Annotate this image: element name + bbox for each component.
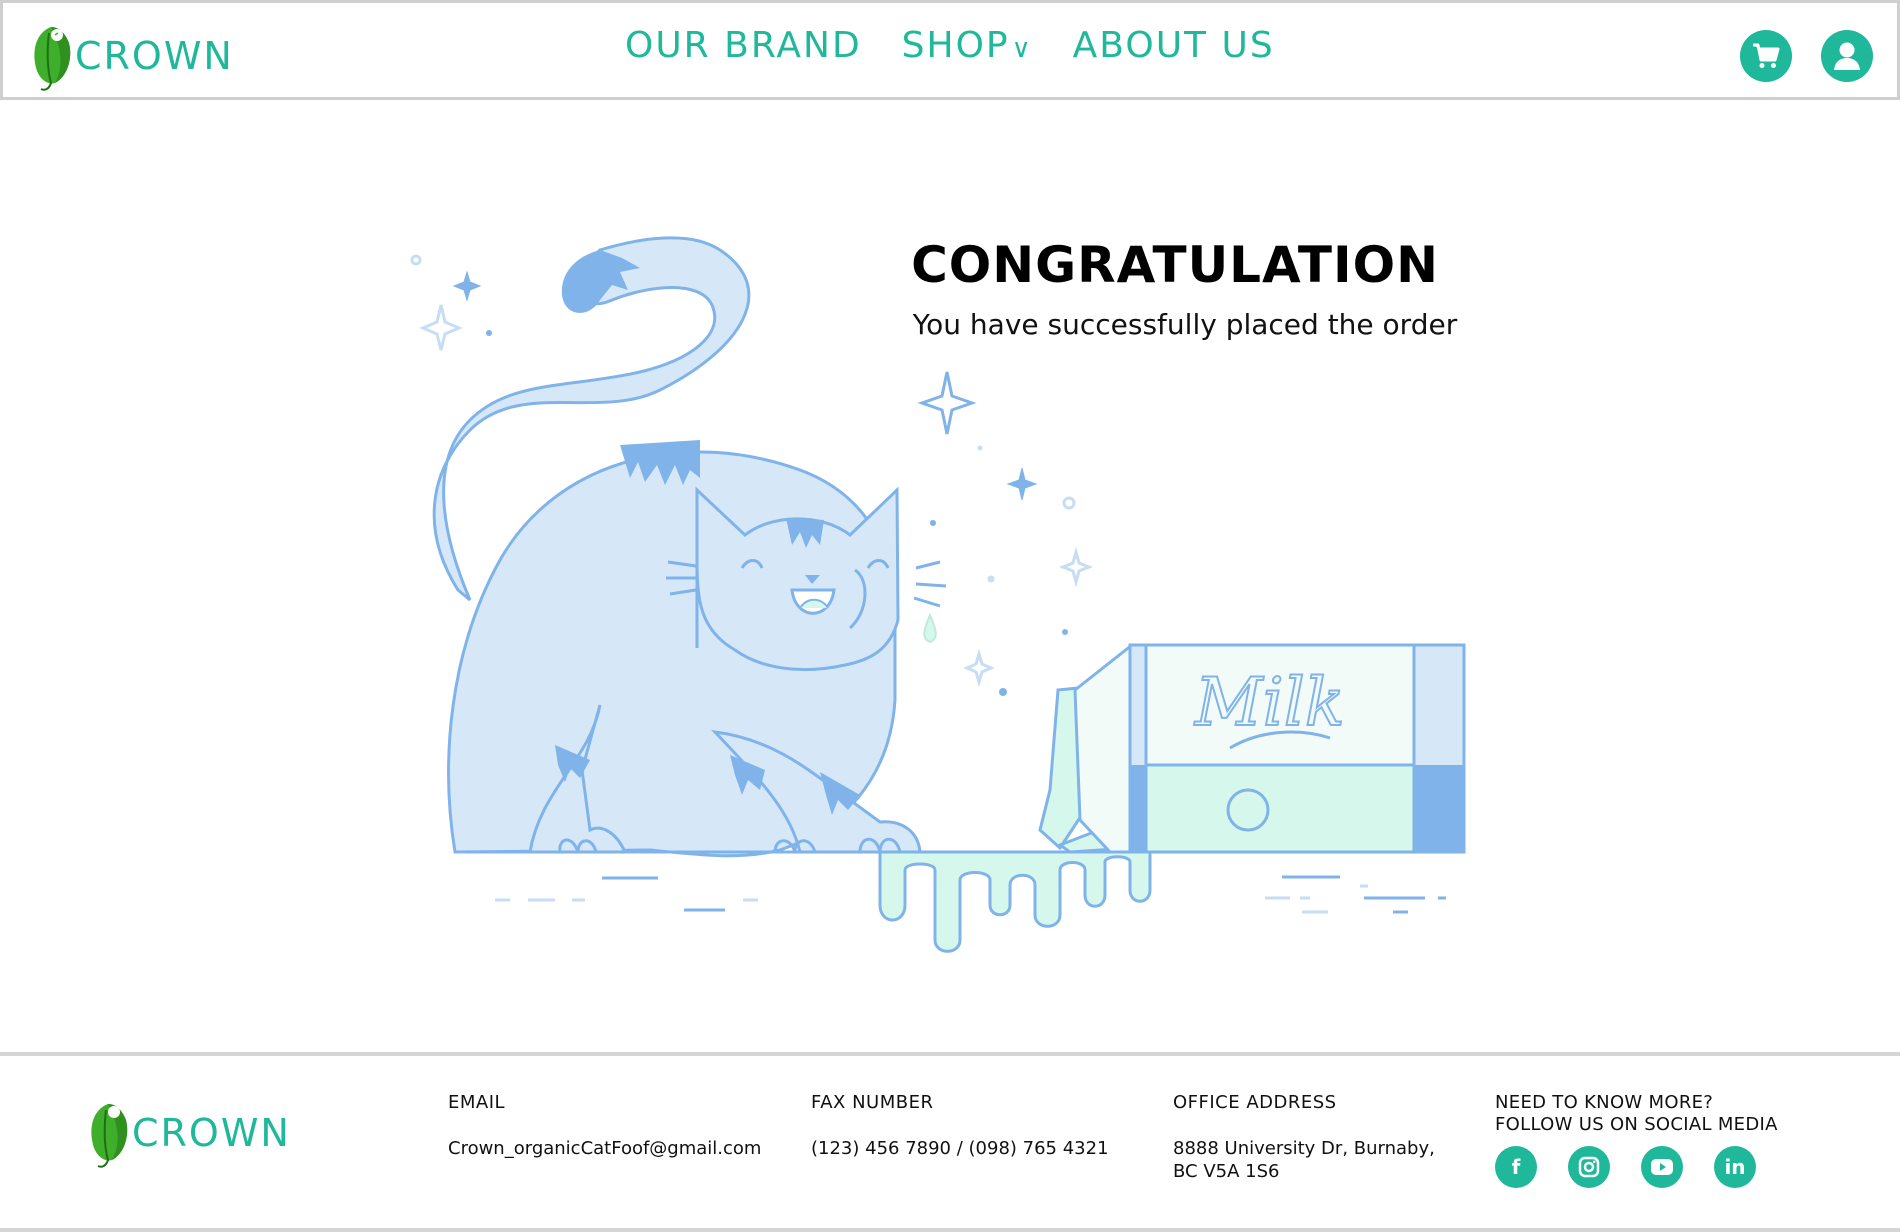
account-button[interactable]	[1821, 30, 1873, 82]
social-heading-line1: NEED TO KNOW MORE?	[1495, 1092, 1714, 1113]
office-address-line1: 8888 University Dr, Burnaby,	[1173, 1138, 1435, 1159]
footer-brand-logo[interactable]: CROWN	[86, 1096, 291, 1170]
facebook-icon: f	[1511, 1155, 1521, 1179]
footer-office: OFFICE ADDRESS 8888 University Dr, Burna…	[1173, 1092, 1463, 1183]
facebook-button[interactable]: f	[1495, 1146, 1537, 1188]
cat-milk-illustration: Milk	[410, 236, 1466, 953]
brand-logo[interactable]: CROWN	[29, 19, 234, 93]
email-value[interactable]: Crown_organicCatFoof@gmail.com	[448, 1137, 761, 1160]
footer-fax: FAX NUMBER (123) 456 7890 / (098) 765 43…	[811, 1092, 1109, 1160]
email-label: EMAIL	[448, 1092, 506, 1113]
site-header: CROWN OUR BRAND SHOP∨ ABOUT US	[0, 0, 1900, 100]
footer-social: NEED TO KNOW MORE? FOLLOW US ON SOCIAL M…	[1495, 1092, 1778, 1188]
main-nav: OUR BRAND SHOP∨ ABOUT US	[625, 25, 1275, 66]
linkedin-icon: in	[1724, 1155, 1746, 1179]
office-label: OFFICE ADDRESS	[1173, 1092, 1337, 1113]
milk-carton-label: Milk	[1194, 664, 1345, 741]
instagram-icon	[1578, 1156, 1600, 1178]
site-footer: CROWN EMAIL Crown_organicCatFoof@gmail.c…	[0, 1052, 1900, 1232]
linkedin-button[interactable]: in	[1714, 1146, 1756, 1188]
nav-about-us[interactable]: ABOUT US	[1073, 25, 1275, 66]
brand-name: CROWN	[75, 34, 234, 78]
office-address: 8888 University Dr, Burnaby, BC V5A 1S6	[1173, 1137, 1463, 1183]
user-icon	[1834, 42, 1860, 70]
cart-icon	[1753, 43, 1780, 68]
cart-button[interactable]	[1740, 30, 1792, 82]
footer-email: EMAIL Crown_organicCatFoof@gmail.com	[448, 1092, 761, 1160]
footer-brand-name: CROWN	[132, 1111, 291, 1155]
social-heading-line2: FOLLOW US ON SOCIAL MEDIA	[1495, 1114, 1778, 1135]
leaf-logo-icon	[34, 27, 71, 91]
youtube-button[interactable]	[1641, 1146, 1683, 1188]
youtube-icon	[1651, 1159, 1673, 1175]
office-address-line2: BC V5A 1S6	[1173, 1161, 1280, 1182]
chevron-down-icon: ∨	[1011, 34, 1033, 64]
fax-label: FAX NUMBER	[811, 1092, 934, 1113]
nav-shop-label: SHOP	[901, 25, 1010, 66]
instagram-button[interactable]	[1568, 1146, 1610, 1188]
social-links: f in	[1495, 1146, 1778, 1188]
leaf-logo-icon	[91, 1104, 128, 1168]
fax-value: (123) 456 7890 / (098) 765 4321	[811, 1138, 1109, 1159]
nav-shop[interactable]: SHOP∨	[902, 25, 1033, 66]
nav-our-brand[interactable]: OUR BRAND	[625, 25, 862, 66]
